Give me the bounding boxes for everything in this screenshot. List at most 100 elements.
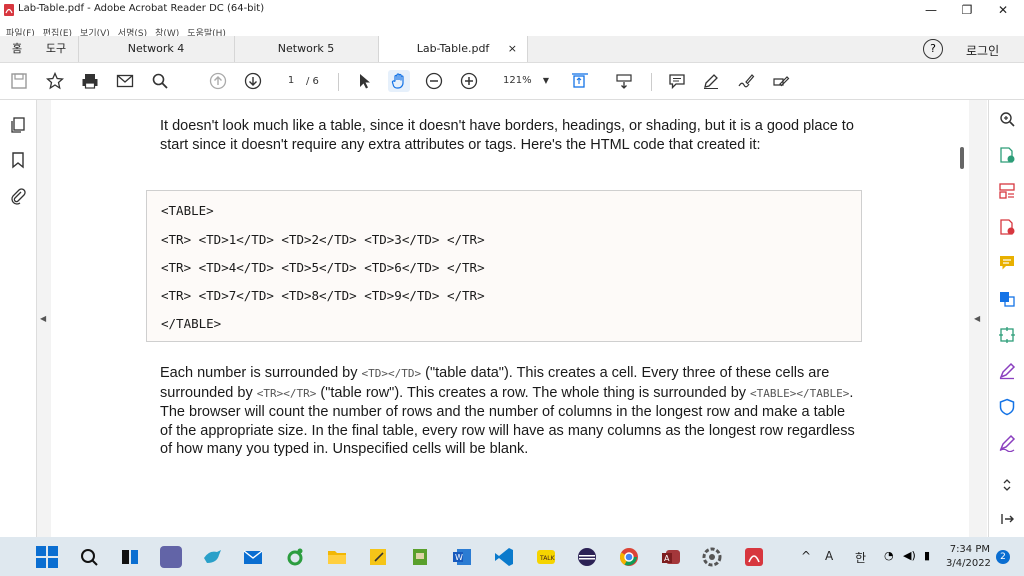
tab-network-5[interactable]: Network 5 (234, 36, 379, 62)
mail-icon[interactable] (114, 70, 136, 92)
clock-date[interactable]: 3/4/2022 (946, 558, 991, 569)
inline-code: <TD></TD> (361, 367, 422, 380)
mail-app-icon[interactable] (242, 546, 264, 568)
help-icon[interactable]: ? (923, 39, 943, 59)
left-panel-collapse[interactable]: ◀ (37, 100, 51, 537)
add-comment-icon[interactable] (996, 252, 1018, 274)
code-block: <TABLE> <TR> <TD>1</TD> <TD>2</TD> <TD>3… (146, 190, 862, 342)
volume-icon[interactable]: ◀) (903, 549, 916, 562)
code-line: </TABLE> (161, 316, 222, 331)
tab-lab-table[interactable]: Lab-Table.pdf × (378, 36, 528, 62)
draw-tool-icon[interactable] (735, 70, 757, 92)
acrobat-taskbar-icon[interactable] (743, 546, 765, 568)
scrollbar-thumb[interactable] (960, 147, 964, 169)
document-page: It doesn't look much like a table, since… (52, 100, 956, 537)
right-panel-collapse[interactable]: ◀ (969, 100, 987, 537)
right-tools-panel (988, 100, 1024, 537)
tab-tools[interactable]: 도구 (34, 36, 79, 62)
inline-code: <TABLE></TABLE> (750, 386, 850, 400)
collapse-panel-icon[interactable] (996, 508, 1018, 530)
page-down-icon[interactable] (242, 70, 264, 92)
more-tools-chevron-icon[interactable] (996, 474, 1018, 496)
zoom-select[interactable]: 121% ▼ (493, 72, 553, 90)
collapse-left-icon[interactable]: ◀ (40, 314, 46, 323)
login-button[interactable]: 로그인 (966, 42, 999, 59)
sticky-notes-icon[interactable] (367, 546, 389, 568)
access-icon[interactable]: A (660, 546, 682, 568)
tab-bar: 홈 도구 Network 4 Network 5 Lab-Table.pdf ×… (0, 36, 1024, 63)
fit-page-icon[interactable] (569, 70, 591, 92)
page-thumbnails-icon[interactable] (7, 114, 29, 136)
chrome-icon[interactable] (618, 546, 640, 568)
collapse-right-icon[interactable]: ◀ (974, 314, 980, 323)
code-line: <TABLE> (161, 203, 214, 218)
vertical-scrollbar[interactable] (957, 100, 969, 537)
task-view-icon[interactable] (119, 546, 141, 568)
comment-icon[interactable] (666, 70, 688, 92)
close-window-button[interactable]: ✕ (986, 0, 1020, 20)
chevron-down-icon: ▼ (542, 76, 549, 85)
fill-sign-icon[interactable] (770, 70, 792, 92)
tab-network-4[interactable]: Network 4 (78, 36, 235, 62)
tab-close-icon[interactable]: × (508, 36, 517, 62)
bookmark-icon[interactable] (7, 149, 29, 171)
zoom-value: 121% (503, 75, 532, 86)
tray-overflow-icon[interactable]: ^ (801, 549, 811, 563)
wifi-icon[interactable]: ◔ (884, 549, 894, 562)
app-settings-icon[interactable] (701, 546, 723, 568)
windows-start-icon[interactable] (36, 546, 58, 568)
star-icon[interactable] (44, 70, 66, 92)
file-explorer-icon[interactable] (326, 546, 348, 568)
teams-icon[interactable] (160, 546, 182, 568)
text-run: ("table row"). This creates a row. The w… (316, 384, 751, 401)
highlight-pen-icon[interactable] (700, 70, 722, 92)
language-indicator[interactable]: 한 (855, 549, 866, 566)
export-pdf-icon[interactable] (996, 144, 1018, 166)
code-line: <TR> <TD>7</TD> <TD>8</TD> <TD>9</TD> </… (161, 288, 485, 303)
compress-icon[interactable] (996, 324, 1018, 346)
svg-text:W: W (455, 553, 463, 562)
fill-sign-panel-icon[interactable] (996, 360, 1018, 382)
eclipse-icon[interactable] (576, 546, 598, 568)
green-app-icon[interactable] (284, 546, 306, 568)
attachment-icon[interactable] (7, 185, 29, 207)
print-icon[interactable] (79, 70, 101, 92)
game-app-icon[interactable] (409, 546, 431, 568)
select-cursor-icon[interactable] (354, 70, 376, 92)
zoom-in-icon[interactable] (458, 70, 480, 92)
maximize-button[interactable]: ❐ (950, 0, 984, 20)
taskbar: W TALK A ^ A 한 ◔ ◀) ▮ 7:34 PM 3/4/2022 2 (0, 537, 1024, 576)
protect-shield-icon[interactable] (996, 396, 1018, 418)
organize-pages-icon[interactable] (996, 180, 1018, 202)
title-bar: Lab-Table.pdf - Adobe Acrobat Reader DC … (0, 0, 1024, 20)
ime-mode[interactable]: A (825, 549, 833, 563)
zoom-out-icon[interactable] (423, 70, 445, 92)
kakaotalk-icon[interactable]: TALK (535, 546, 557, 568)
battery-icon[interactable]: ▮ (924, 549, 930, 562)
tab-lab-table-label: Lab-Table.pdf (416, 42, 490, 55)
search-icon[interactable] (149, 70, 171, 92)
bird-app-icon[interactable] (201, 546, 223, 568)
vscode-icon[interactable] (493, 546, 515, 568)
toolbar-divider-2 (651, 73, 652, 91)
tab-home[interactable]: 홈 (0, 36, 34, 62)
explanation-paragraph: Each number is surrounded by <TD></TD> (… (160, 364, 860, 459)
request-signature-icon[interactable] (996, 432, 1018, 454)
word-icon[interactable]: W (451, 546, 473, 568)
intro-paragraph: It doesn't look much like a table, since… (160, 118, 854, 153)
keyboard-scroll-icon[interactable] (613, 70, 635, 92)
page-up-icon[interactable] (207, 70, 229, 92)
save-icon[interactable] (8, 70, 30, 92)
notification-badge[interactable]: 2 (996, 550, 1010, 564)
svg-text:TALK: TALK (539, 555, 556, 562)
page-number-input[interactable]: 1 (281, 71, 301, 91)
zoom-search-icon[interactable] (996, 108, 1018, 130)
hand-tool-icon[interactable] (388, 70, 410, 92)
clock-time[interactable]: 7:34 PM (946, 544, 990, 555)
svg-text:A: A (664, 554, 670, 563)
search-taskbar-icon[interactable] (78, 546, 100, 568)
text-run: Each number is surrounded by (160, 365, 362, 381)
create-pdf-icon[interactable] (996, 216, 1018, 238)
minimize-button[interactable]: — (914, 0, 948, 20)
convert-icon[interactable] (996, 288, 1018, 310)
